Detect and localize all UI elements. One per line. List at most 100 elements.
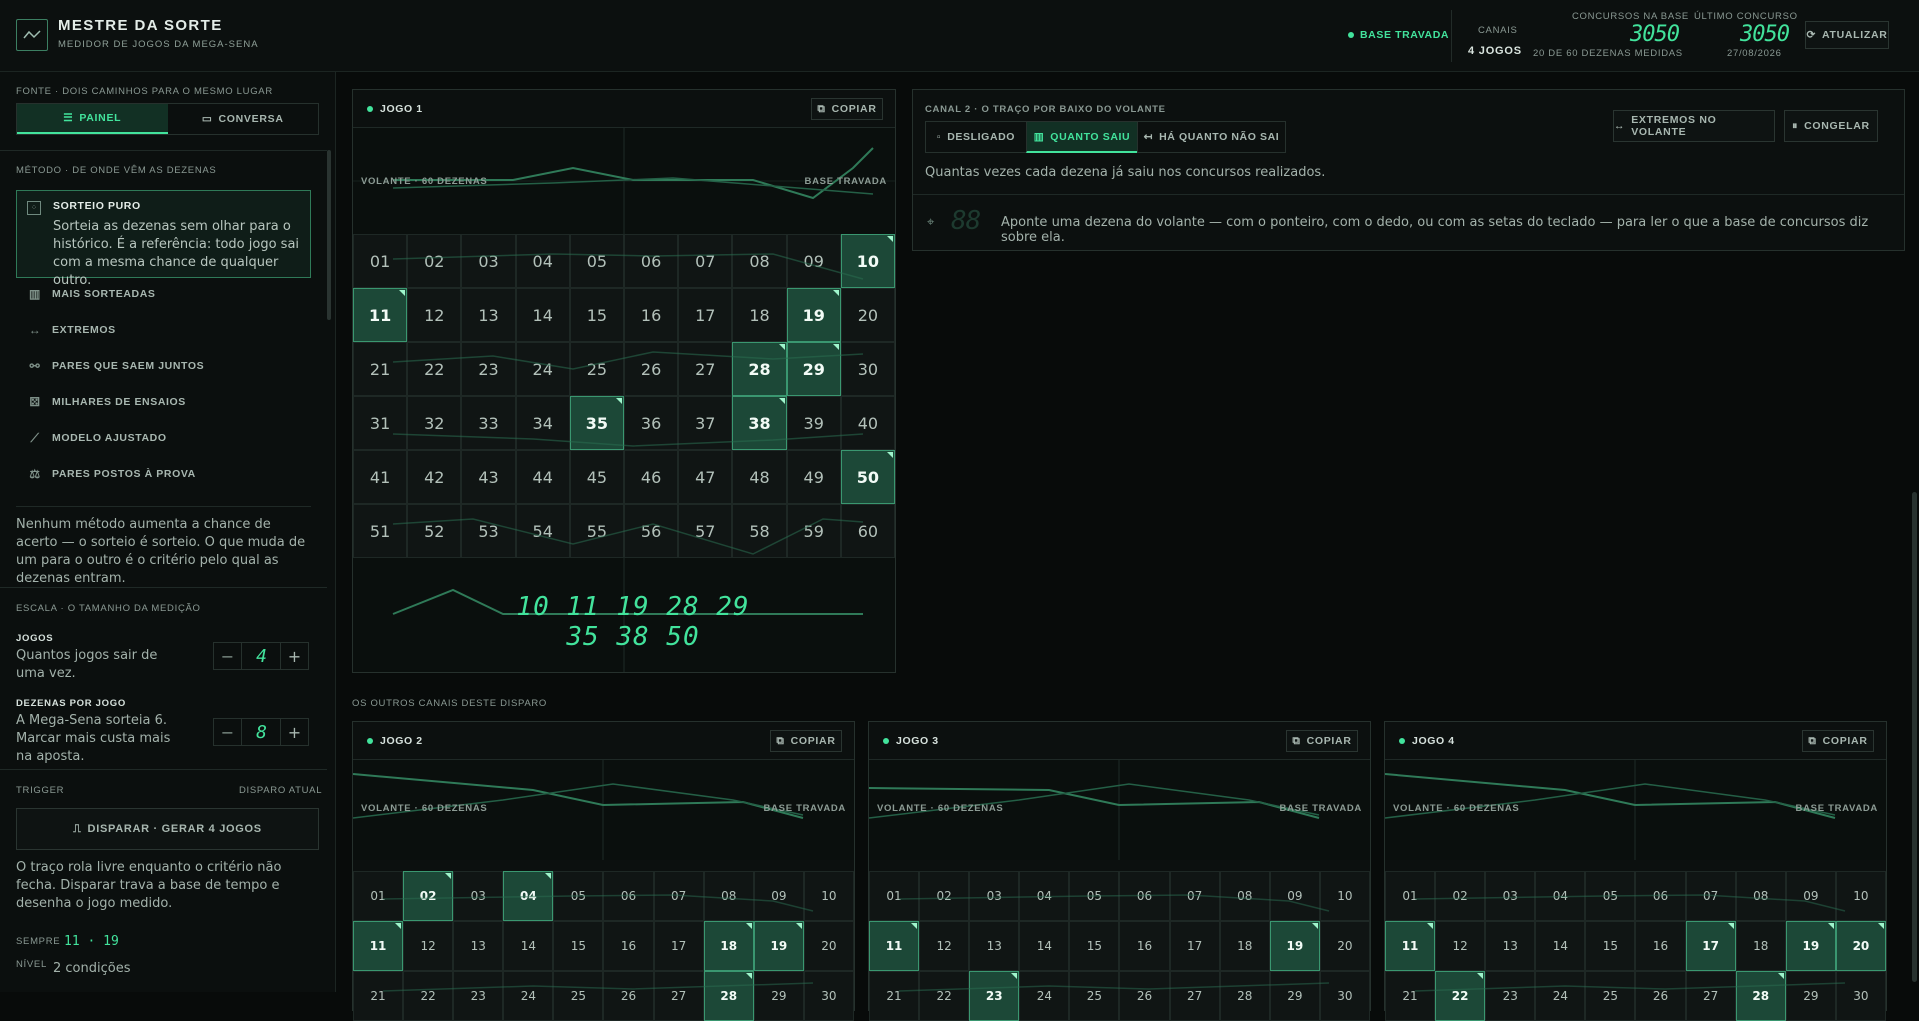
dezena-cell[interactable]: 58 bbox=[732, 504, 787, 558]
dezena-cell[interactable]: 20 bbox=[1835, 921, 1886, 971]
dezena-cell[interactable]: 27 bbox=[653, 971, 704, 1021]
dezena-cell[interactable]: 28 bbox=[732, 342, 787, 396]
dezena-cell[interactable]: 28 bbox=[703, 971, 754, 1021]
dezena-cell[interactable]: 20 bbox=[840, 288, 895, 342]
dezena-cell[interactable]: 39 bbox=[786, 396, 841, 450]
dezena-cell[interactable]: 09 bbox=[786, 234, 841, 288]
dezena-cell[interactable]: 52 bbox=[407, 504, 462, 558]
dezena-cell[interactable]: 33 bbox=[461, 396, 516, 450]
dezena-cell[interactable]: 18 bbox=[1735, 921, 1786, 971]
dezena-cell[interactable]: 47 bbox=[678, 450, 733, 504]
dezena-cell[interactable]: 41 bbox=[353, 450, 408, 504]
dezena-cell[interactable]: 24 bbox=[515, 342, 570, 396]
method-mais-sorteadas[interactable]: ▥ MAIS SORTEADAS bbox=[28, 287, 156, 301]
dezena-cell[interactable]: 26 bbox=[603, 971, 654, 1021]
dezena-cell[interactable]: 09 bbox=[1785, 871, 1836, 921]
dezena-cell[interactable]: 59 bbox=[786, 504, 841, 558]
dezena-cell[interactable]: 11 bbox=[869, 921, 920, 971]
dezena-cell[interactable]: 06 bbox=[1119, 871, 1170, 921]
dezena-cell[interactable]: 18 bbox=[732, 288, 787, 342]
dezena-cell[interactable]: 53 bbox=[461, 504, 516, 558]
dezena-cell[interactable]: 10 bbox=[840, 234, 895, 288]
tab-painel[interactable]: ☰ PAINEL bbox=[17, 104, 168, 134]
dezena-cell[interactable]: 20 bbox=[803, 921, 854, 971]
dezena-cell[interactable]: 02 bbox=[403, 871, 454, 921]
dezena-cell[interactable]: 19 bbox=[753, 921, 804, 971]
dezena-cell[interactable]: 51 bbox=[353, 504, 408, 558]
dezena-cell[interactable]: 20 bbox=[1319, 921, 1370, 971]
dezena-cell[interactable]: 29 bbox=[1269, 971, 1320, 1021]
copy-button[interactable]: ⧉ COPIAR bbox=[811, 98, 883, 120]
dezena-cell[interactable]: 29 bbox=[753, 971, 804, 1021]
dezena-cell[interactable]: 28 bbox=[1735, 971, 1786, 1021]
dezena-cell[interactable]: 07 bbox=[653, 871, 704, 921]
increment-button[interactable]: + bbox=[280, 719, 308, 745]
dezena-cell[interactable]: 24 bbox=[1019, 971, 1070, 1021]
dezena-cell[interactable]: 07 bbox=[1685, 871, 1736, 921]
dezena-cell[interactable]: 03 bbox=[1485, 871, 1536, 921]
dezena-cell[interactable]: 01 bbox=[869, 871, 920, 921]
dezena-cell[interactable]: 18 bbox=[1219, 921, 1270, 971]
dezena-cell[interactable]: 06 bbox=[1635, 871, 1686, 921]
copy-button[interactable]: ⧉ COPIAR bbox=[1802, 730, 1874, 752]
dezena-cell[interactable]: 44 bbox=[515, 450, 570, 504]
dezena-cell[interactable]: 11 bbox=[1385, 921, 1436, 971]
dezena-cell[interactable]: 22 bbox=[403, 971, 454, 1021]
dezena-cell[interactable]: 23 bbox=[461, 342, 516, 396]
dezena-cell[interactable]: 21 bbox=[1385, 971, 1436, 1021]
dezena-cell[interactable]: 30 bbox=[1835, 971, 1886, 1021]
dezena-cell[interactable]: 12 bbox=[919, 921, 970, 971]
dezena-cell[interactable]: 03 bbox=[969, 871, 1020, 921]
dezena-cell[interactable]: 29 bbox=[786, 342, 841, 396]
dezena-cell[interactable]: 23 bbox=[453, 971, 504, 1021]
dezena-cell[interactable]: 16 bbox=[603, 921, 654, 971]
dezena-cell[interactable]: 15 bbox=[1585, 921, 1636, 971]
dezena-cell[interactable]: 34 bbox=[515, 396, 570, 450]
dezena-cell[interactable]: 09 bbox=[753, 871, 804, 921]
dezena-cell[interactable]: 55 bbox=[569, 504, 624, 558]
dezena-cell[interactable]: 03 bbox=[453, 871, 504, 921]
dezena-cell[interactable]: 54 bbox=[515, 504, 570, 558]
dezena-cell[interactable]: 06 bbox=[603, 871, 654, 921]
dezena-cell[interactable]: 05 bbox=[1585, 871, 1636, 921]
dezena-cell[interactable]: 04 bbox=[1535, 871, 1586, 921]
dezena-cell[interactable]: 16 bbox=[1119, 921, 1170, 971]
dezena-cell[interactable]: 49 bbox=[786, 450, 841, 504]
dezena-cell[interactable]: 15 bbox=[569, 288, 624, 342]
dezena-cell[interactable]: 10 bbox=[803, 871, 854, 921]
dezena-cell[interactable]: 50 bbox=[840, 450, 895, 504]
dezena-cell[interactable]: 10 bbox=[1319, 871, 1370, 921]
dezena-cell[interactable]: 19 bbox=[1269, 921, 1320, 971]
dezena-cell[interactable]: 27 bbox=[1685, 971, 1736, 1021]
dezena-cell[interactable]: 23 bbox=[969, 971, 1020, 1021]
dezena-cell[interactable]: 11 bbox=[353, 288, 408, 342]
dezena-cell[interactable]: 27 bbox=[678, 342, 733, 396]
dezena-cell[interactable]: 17 bbox=[678, 288, 733, 342]
dezena-cell[interactable]: 08 bbox=[1219, 871, 1270, 921]
tab-conversa[interactable]: ▭ CONVERSA bbox=[168, 104, 319, 134]
dezena-cell[interactable]: 60 bbox=[840, 504, 895, 558]
dezena-cell[interactable]: 29 bbox=[1785, 971, 1836, 1021]
dezena-cell[interactable]: 17 bbox=[653, 921, 704, 971]
dezena-cell[interactable]: 14 bbox=[503, 921, 554, 971]
dezena-cell[interactable]: 22 bbox=[1435, 971, 1486, 1021]
decrement-button[interactable]: − bbox=[214, 719, 242, 745]
dezena-cell[interactable]: 37 bbox=[678, 396, 733, 450]
dezena-cell[interactable]: 17 bbox=[1685, 921, 1736, 971]
dezena-cell[interactable]: 22 bbox=[407, 342, 462, 396]
dezena-cell[interactable]: 12 bbox=[407, 288, 462, 342]
method-extremos[interactable]: ↔ EXTREMOS bbox=[28, 323, 116, 337]
congelar-button[interactable]: ⏸ CONGELAR bbox=[1784, 110, 1878, 142]
dezena-cell[interactable]: 46 bbox=[624, 450, 679, 504]
dezena-cell[interactable]: 42 bbox=[407, 450, 462, 504]
dezena-cell[interactable]: 02 bbox=[1435, 871, 1486, 921]
dezena-cell[interactable]: 21 bbox=[353, 971, 404, 1021]
method-modelo[interactable]: ⟋ MODELO AJUSTADO bbox=[28, 431, 167, 445]
dezena-cell[interactable]: 25 bbox=[569, 342, 624, 396]
dezena-cell[interactable]: 03 bbox=[461, 234, 516, 288]
dezena-cell[interactable]: 01 bbox=[1385, 871, 1436, 921]
dezena-cell[interactable]: 05 bbox=[569, 234, 624, 288]
dezena-cell[interactable]: 04 bbox=[1019, 871, 1070, 921]
dezena-cell[interactable]: 23 bbox=[1485, 971, 1536, 1021]
dezena-cell[interactable]: 19 bbox=[1785, 921, 1836, 971]
